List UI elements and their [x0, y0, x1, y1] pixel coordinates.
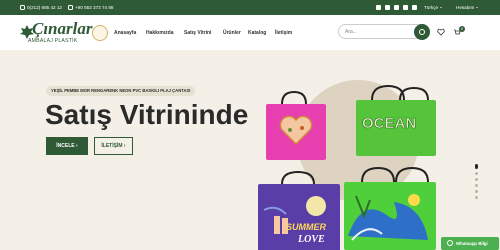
slider-dot[interactable]	[475, 184, 478, 187]
heart-icon[interactable]	[437, 28, 445, 36]
whatsapp-label: Whatsapp Bilgi	[456, 241, 488, 246]
phone-icon	[68, 5, 73, 10]
slider-dot[interactable]	[475, 196, 478, 199]
phone2-link[interactable]: +90 553 373 74 88	[68, 5, 113, 10]
logo-name: Çınarlar	[32, 19, 93, 38]
nav-urunler[interactable]: Ürünler	[223, 30, 241, 36]
top-bar: 0(212) 685 42 12 +90 553 373 74 88 Türkç…	[0, 0, 500, 15]
nav-anasayfa[interactable]: Anasayfa	[114, 30, 136, 36]
slider-dot[interactable]	[475, 190, 478, 193]
header: Çınarlar AMBALAJ PLASTİK Anasayfa Hakkım…	[0, 15, 500, 50]
phone-icon	[20, 5, 25, 10]
language-select[interactable]: Türkçe	[424, 5, 442, 10]
nav-satis-vitrini[interactable]: Satış Vitrini	[184, 30, 211, 36]
hero-title: Satış Vitrininde	[45, 99, 249, 130]
linkedin-icon[interactable]	[412, 4, 417, 10]
nav-iletisim[interactable]: İletişim	[275, 30, 292, 36]
search-button[interactable]	[414, 24, 430, 40]
chevron-down-icon	[475, 7, 478, 8]
nav-hakkimizda[interactable]: Hakkımızda	[146, 30, 174, 36]
chevron-down-icon	[439, 7, 442, 8]
incele-button[interactable]: İNCELE ›	[46, 137, 88, 155]
quality-badge-icon	[92, 25, 108, 41]
whatsapp-icon	[447, 240, 453, 246]
hero-subtitle: YEŞİL PEMBE MOR RENGARENK NEON PVC BASKI…	[46, 86, 196, 96]
ocean-bag-text: OCEAN	[362, 115, 416, 132]
nav-katalog[interactable]: Katalog	[248, 30, 266, 36]
pink-bag-image	[266, 90, 326, 160]
hero-slider: YEŞİL PEMBE MOR RENGARENK NEON PVC BASKI…	[0, 50, 500, 250]
phone2-text: +90 553 373 74 88	[75, 5, 114, 10]
whatsapp-button[interactable]: Whatsapp Bilgi	[441, 237, 499, 250]
ocean-bag-image: OCEAN	[356, 84, 436, 156]
love-bag-text: LOVE	[297, 234, 325, 245]
phone1-text: 0(212) 685 42 12	[27, 5, 62, 10]
summer-bag-text: SUMMER	[286, 222, 326, 232]
wave-bag-image	[344, 166, 436, 250]
account-label: Hesabım	[456, 5, 475, 10]
twitter-icon[interactable]	[394, 4, 399, 10]
cart-count-badge: 0	[459, 26, 465, 32]
account-menu[interactable]: Hesabım	[456, 5, 478, 10]
search-placeholder: Ara...	[345, 29, 357, 35]
language-label: Türkçe	[424, 5, 439, 10]
phone1-link[interactable]: 0(212) 685 42 12	[20, 5, 62, 10]
instagram-icon[interactable]	[385, 4, 390, 10]
slider-dot[interactable]	[475, 178, 478, 181]
social-links	[376, 4, 417, 10]
logo-subtitle: AMBALAJ PLASTİK	[28, 38, 78, 44]
summer-love-bag-image: SUMMER LOVE	[258, 170, 340, 250]
facebook-icon[interactable]	[376, 4, 381, 10]
logo[interactable]: Çınarlar AMBALAJ PLASTİK	[18, 19, 92, 47]
slider-dot[interactable]	[475, 172, 478, 175]
iletisim-button[interactable]: İLETİŞİM ›	[94, 137, 133, 155]
slider-dot[interactable]	[475, 164, 478, 169]
slider-dots	[475, 164, 478, 199]
youtube-icon[interactable]	[403, 4, 408, 10]
